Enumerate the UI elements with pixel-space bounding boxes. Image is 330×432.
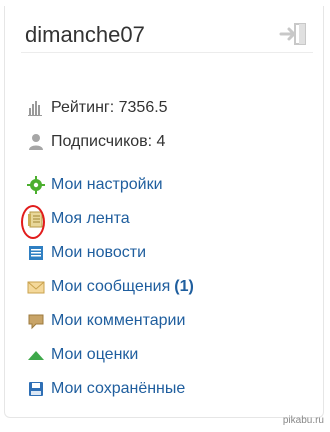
watermark: pikabu.ru <box>282 415 324 426</box>
followers-row: Подписчиков: 4 <box>27 130 168 154</box>
logout-icon[interactable] <box>277 20 309 48</box>
menu-item-comments[interactable]: Мои комментарии <box>27 304 194 338</box>
triangle-up-icon <box>27 346 45 364</box>
envelope-icon <box>27 278 45 296</box>
followers-text: Подписчиков: 4 <box>51 133 166 150</box>
messages-count[interactable]: (1) <box>174 278 194 296</box>
comment-icon <box>27 312 45 330</box>
user-header: dimanche07 <box>21 16 313 53</box>
menu-item-ratings[interactable]: Мои оценки <box>27 338 194 372</box>
menu-label-comments[interactable]: Мои комментарии <box>51 312 185 330</box>
menu-item-saved[interactable]: Мои сохранённые <box>27 372 194 406</box>
user-icon <box>27 133 45 151</box>
rating-row: Рейтинг: 7356.5 <box>27 96 168 120</box>
menu-label-ratings[interactable]: Мои оценки <box>51 346 138 364</box>
menu-item-feed[interactable]: Моя лента <box>21 202 194 239</box>
menu-item-news[interactable]: Мои новости <box>27 236 194 270</box>
username[interactable]: dimanche07 <box>25 22 145 48</box>
user-menu: Мои настройки Моя лента Мои новости Мои … <box>21 168 194 406</box>
menu-label-messages[interactable]: Мои сообщения <box>51 278 170 296</box>
menu-label-feed[interactable]: Моя лента <box>51 210 130 228</box>
gear-icon <box>27 176 45 194</box>
menu-label-settings[interactable]: Мои настройки <box>51 176 163 194</box>
annotation-circle <box>21 205 45 239</box>
user-panel: dimanche07 Рейтинг: 7356.5 Подписчиков: … <box>4 6 324 418</box>
menu-label-news[interactable]: Мои новости <box>51 244 146 262</box>
menu-item-settings[interactable]: Мои настройки <box>27 168 194 202</box>
menu-item-messages[interactable]: Мои сообщения (1) <box>27 270 194 304</box>
feed-icon <box>21 205 45 239</box>
floppy-disk-icon <box>27 380 45 398</box>
rating-text: Рейтинг: 7356.5 <box>51 99 168 116</box>
menu-label-saved[interactable]: Мои сохранённые <box>51 380 185 398</box>
bar-chart-icon <box>27 99 45 117</box>
user-stats: Рейтинг: 7356.5 Подписчиков: 4 <box>27 96 168 164</box>
news-icon <box>27 244 45 262</box>
